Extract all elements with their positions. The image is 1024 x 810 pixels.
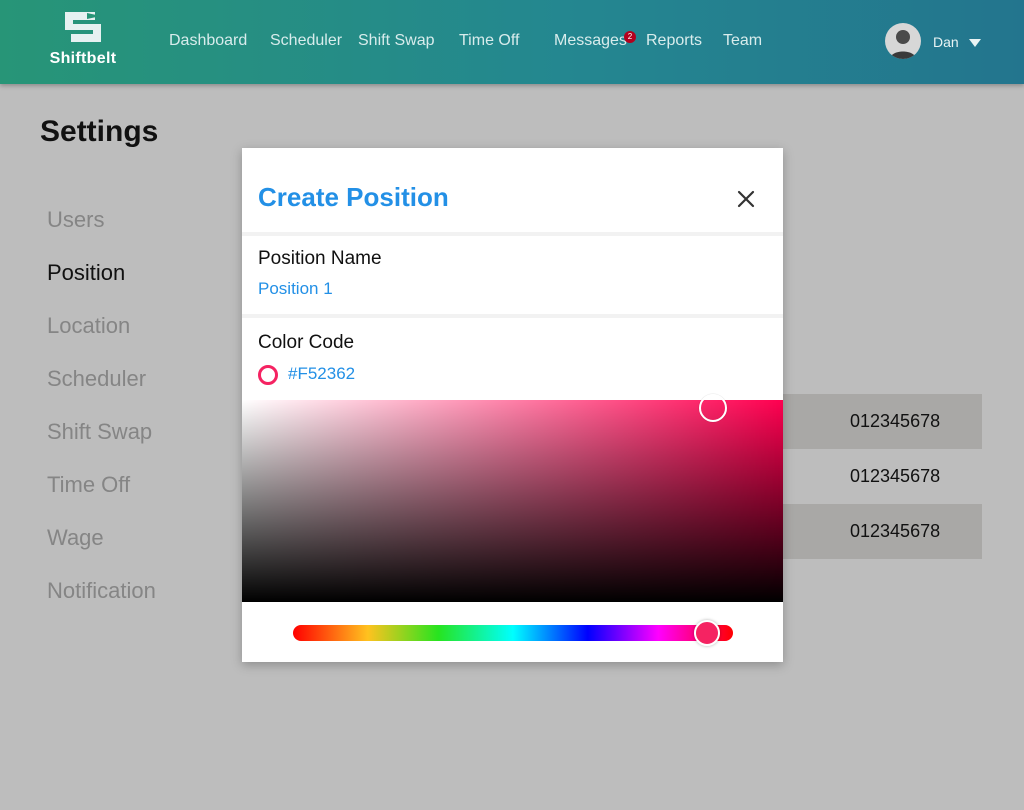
sidebar-item-time-off[interactable]: Time Off	[47, 472, 130, 498]
sidebar-item-users[interactable]: Users	[47, 207, 104, 233]
nav-dashboard[interactable]: Dashboard	[169, 32, 247, 50]
nav-reports[interactable]: Reports	[646, 32, 702, 50]
color-code-label: Color Code	[258, 332, 355, 353]
hue-slider[interactable]	[293, 625, 733, 641]
nav-messages[interactable]: Messages	[554, 32, 627, 50]
shiftbelt-logo[interactable]: Shiftbelt	[44, 8, 122, 72]
picker-cursor[interactable]	[698, 394, 727, 423]
color-swatch[interactable]	[258, 365, 278, 385]
sidebar-item-notification[interactable]: Notification	[47, 578, 156, 604]
position-name-label: Position Name	[258, 248, 382, 269]
brand-name: Shiftbelt	[49, 50, 117, 67]
divider	[242, 232, 783, 236]
sidebar-item-position[interactable]: Position	[47, 260, 125, 286]
top-navigation-bar: Shiftbelt Dashboard Scheduler Shift Swap…	[0, 0, 1024, 84]
modal-title: Create Position	[258, 182, 449, 212]
nav-time-off[interactable]: Time Off	[459, 32, 519, 50]
nav-team[interactable]: Team	[723, 32, 762, 50]
messages-badge: 2	[624, 31, 636, 43]
shiftbelt-logo-icon	[65, 12, 101, 42]
chevron-down-icon[interactable]	[969, 39, 981, 47]
page-title: Settings	[40, 115, 159, 148]
color-code-input[interactable]: #F52362	[288, 364, 355, 384]
sidebar-item-location[interactable]: Location	[47, 313, 130, 339]
close-button[interactable]	[734, 187, 758, 211]
sidebar-item-scheduler[interactable]: Scheduler	[47, 366, 146, 392]
nav-scheduler[interactable]: Scheduler	[270, 32, 342, 50]
saturation-value-picker[interactable]	[242, 394, 783, 602]
user-avatar-icon[interactable]	[885, 23, 921, 59]
table-cell-value: 012345678	[850, 466, 941, 486]
close-icon	[737, 190, 755, 208]
table-cell-value: 012345678	[850, 411, 941, 431]
position-name-input[interactable]: Position 1	[258, 279, 333, 299]
hue-slider-handle[interactable]	[693, 620, 720, 646]
user-name[interactable]: Dan	[933, 34, 959, 50]
create-position-modal: Create Position Position Name Position 1…	[242, 148, 783, 662]
nav-shift-swap[interactable]: Shift Swap	[358, 32, 434, 50]
divider	[242, 314, 783, 318]
sidebar-item-shift-swap[interactable]: Shift Swap	[47, 419, 152, 445]
table-cell-value: 012345678	[850, 521, 941, 541]
sidebar-item-wage[interactable]: Wage	[47, 525, 104, 551]
